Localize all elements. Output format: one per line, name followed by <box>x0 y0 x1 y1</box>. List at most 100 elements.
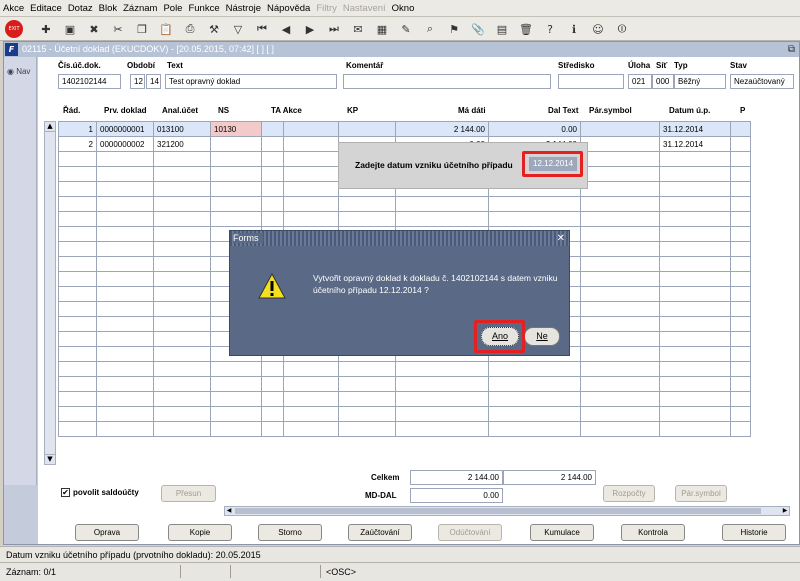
table-cell[interactable] <box>283 376 339 392</box>
table-cell[interactable] <box>283 151 339 167</box>
table-cell[interactable] <box>659 346 731 362</box>
table-cell[interactable] <box>153 286 211 302</box>
table-cell[interactable] <box>261 406 284 422</box>
table-cell[interactable] <box>488 406 581 422</box>
table-cell[interactable] <box>730 211 751 227</box>
table-cell[interactable] <box>659 391 731 407</box>
table-cell[interactable] <box>580 181 660 197</box>
table-cell[interactable] <box>730 301 751 317</box>
table-cell[interactable] <box>153 376 211 392</box>
table-cell[interactable] <box>580 346 660 362</box>
table-cell[interactable] <box>338 421 396 437</box>
save-record-icon[interactable]: ▣ <box>61 20 79 38</box>
table-cell[interactable] <box>730 166 751 182</box>
table-cell[interactable] <box>580 256 660 272</box>
table-cell[interactable] <box>58 256 97 272</box>
table-cell[interactable] <box>58 331 97 347</box>
table-cell[interactable] <box>730 196 751 212</box>
table-cell[interactable] <box>580 316 660 332</box>
table-cell[interactable] <box>659 376 731 392</box>
table-cell[interactable] <box>659 166 731 182</box>
table-cell[interactable] <box>210 406 262 422</box>
table-cell[interactable]: 321200 <box>153 136 211 152</box>
table-cell[interactable] <box>96 166 154 182</box>
table-cell[interactable]: 0000000002 <box>96 136 154 152</box>
table-cell[interactable] <box>488 421 581 437</box>
table-row[interactable] <box>58 406 751 422</box>
table-cell[interactable] <box>96 421 154 437</box>
table-cell[interactable] <box>395 361 489 377</box>
table-cell[interactable] <box>580 406 660 422</box>
uloha-field[interactable]: 021 <box>628 74 652 89</box>
table-cell[interactable] <box>58 346 97 362</box>
table-cell[interactable] <box>153 391 211 407</box>
table-cell[interactable] <box>580 211 660 227</box>
table-cell[interactable] <box>96 181 154 197</box>
table-row[interactable] <box>58 196 751 212</box>
menu-6[interactable]: Funkce <box>185 0 222 17</box>
table-cell[interactable] <box>730 421 751 437</box>
query-icon[interactable]: ⌕ <box>421 20 439 38</box>
table-cell[interactable] <box>730 331 751 347</box>
restore-window-icon[interactable]: ⧉ <box>788 42 795 57</box>
table-cell[interactable] <box>730 151 751 167</box>
table-cell[interactable] <box>58 301 97 317</box>
delete-record-icon[interactable]: ✖ <box>85 20 103 38</box>
table-cell[interactable] <box>580 226 660 242</box>
table-row[interactable] <box>58 421 751 437</box>
table-cell[interactable] <box>153 316 211 332</box>
table-cell[interactable] <box>261 166 284 182</box>
table-cell[interactable] <box>338 376 396 392</box>
table-cell[interactable] <box>659 421 731 437</box>
table-cell[interactable] <box>730 316 751 332</box>
table-cell[interactable] <box>210 181 262 197</box>
table-cell[interactable] <box>153 226 211 242</box>
table-cell[interactable] <box>580 286 660 302</box>
attach-icon[interactable]: 📎 <box>469 20 487 38</box>
table-cell[interactable] <box>659 316 731 332</box>
table-cell[interactable] <box>659 211 731 227</box>
prev-record-icon[interactable]: ◀ <box>277 20 295 38</box>
table-cell[interactable] <box>283 136 339 152</box>
table-cell[interactable] <box>153 421 211 437</box>
table-cell[interactable]: 1 <box>58 121 97 137</box>
table-cell[interactable] <box>58 421 97 437</box>
table-cell[interactable] <box>96 346 154 362</box>
table-cell[interactable] <box>96 256 154 272</box>
menu-4[interactable]: Záznam <box>120 0 160 17</box>
table-cell[interactable] <box>395 196 489 212</box>
table-cell[interactable] <box>58 151 97 167</box>
table-cell[interactable] <box>338 121 396 137</box>
table-cell[interactable] <box>261 211 284 227</box>
table-cell[interactable] <box>58 376 97 392</box>
table-cell[interactable] <box>659 301 731 317</box>
table-cell[interactable] <box>283 196 339 212</box>
table-cell[interactable] <box>96 286 154 302</box>
table-cell[interactable] <box>580 151 660 167</box>
table-cell[interactable] <box>58 406 97 422</box>
table-cell[interactable] <box>659 271 731 287</box>
table-cell[interactable] <box>283 181 339 197</box>
table-cell[interactable] <box>488 391 581 407</box>
table-row[interactable] <box>58 391 751 407</box>
table-cell[interactable] <box>261 391 284 407</box>
table-cell[interactable] <box>210 361 262 377</box>
table-cell[interactable] <box>730 391 751 407</box>
table-cell[interactable] <box>58 196 97 212</box>
email-icon[interactable]: ✉ <box>349 20 367 38</box>
table-cell[interactable] <box>580 376 660 392</box>
sit-field[interactable]: 000 <box>652 74 674 89</box>
cis-dokladu-field[interactable]: 1402102144 <box>58 74 121 89</box>
table-cell[interactable] <box>58 316 97 332</box>
scroll-up-icon[interactable]: ▲ <box>45 122 55 132</box>
table-cell[interactable] <box>153 211 211 227</box>
obdobi-year-field[interactable]: 12 <box>130 74 145 89</box>
table-cell[interactable]: 31.12.2014 <box>659 136 731 152</box>
table-cell[interactable] <box>58 211 97 227</box>
table-cell[interactable] <box>488 361 581 377</box>
table-cell[interactable] <box>153 166 211 182</box>
table-cell[interactable] <box>338 196 396 212</box>
table-cell[interactable] <box>580 136 660 152</box>
table-cell[interactable] <box>58 166 97 182</box>
print-icon[interactable]: ⎙ <box>181 20 199 38</box>
